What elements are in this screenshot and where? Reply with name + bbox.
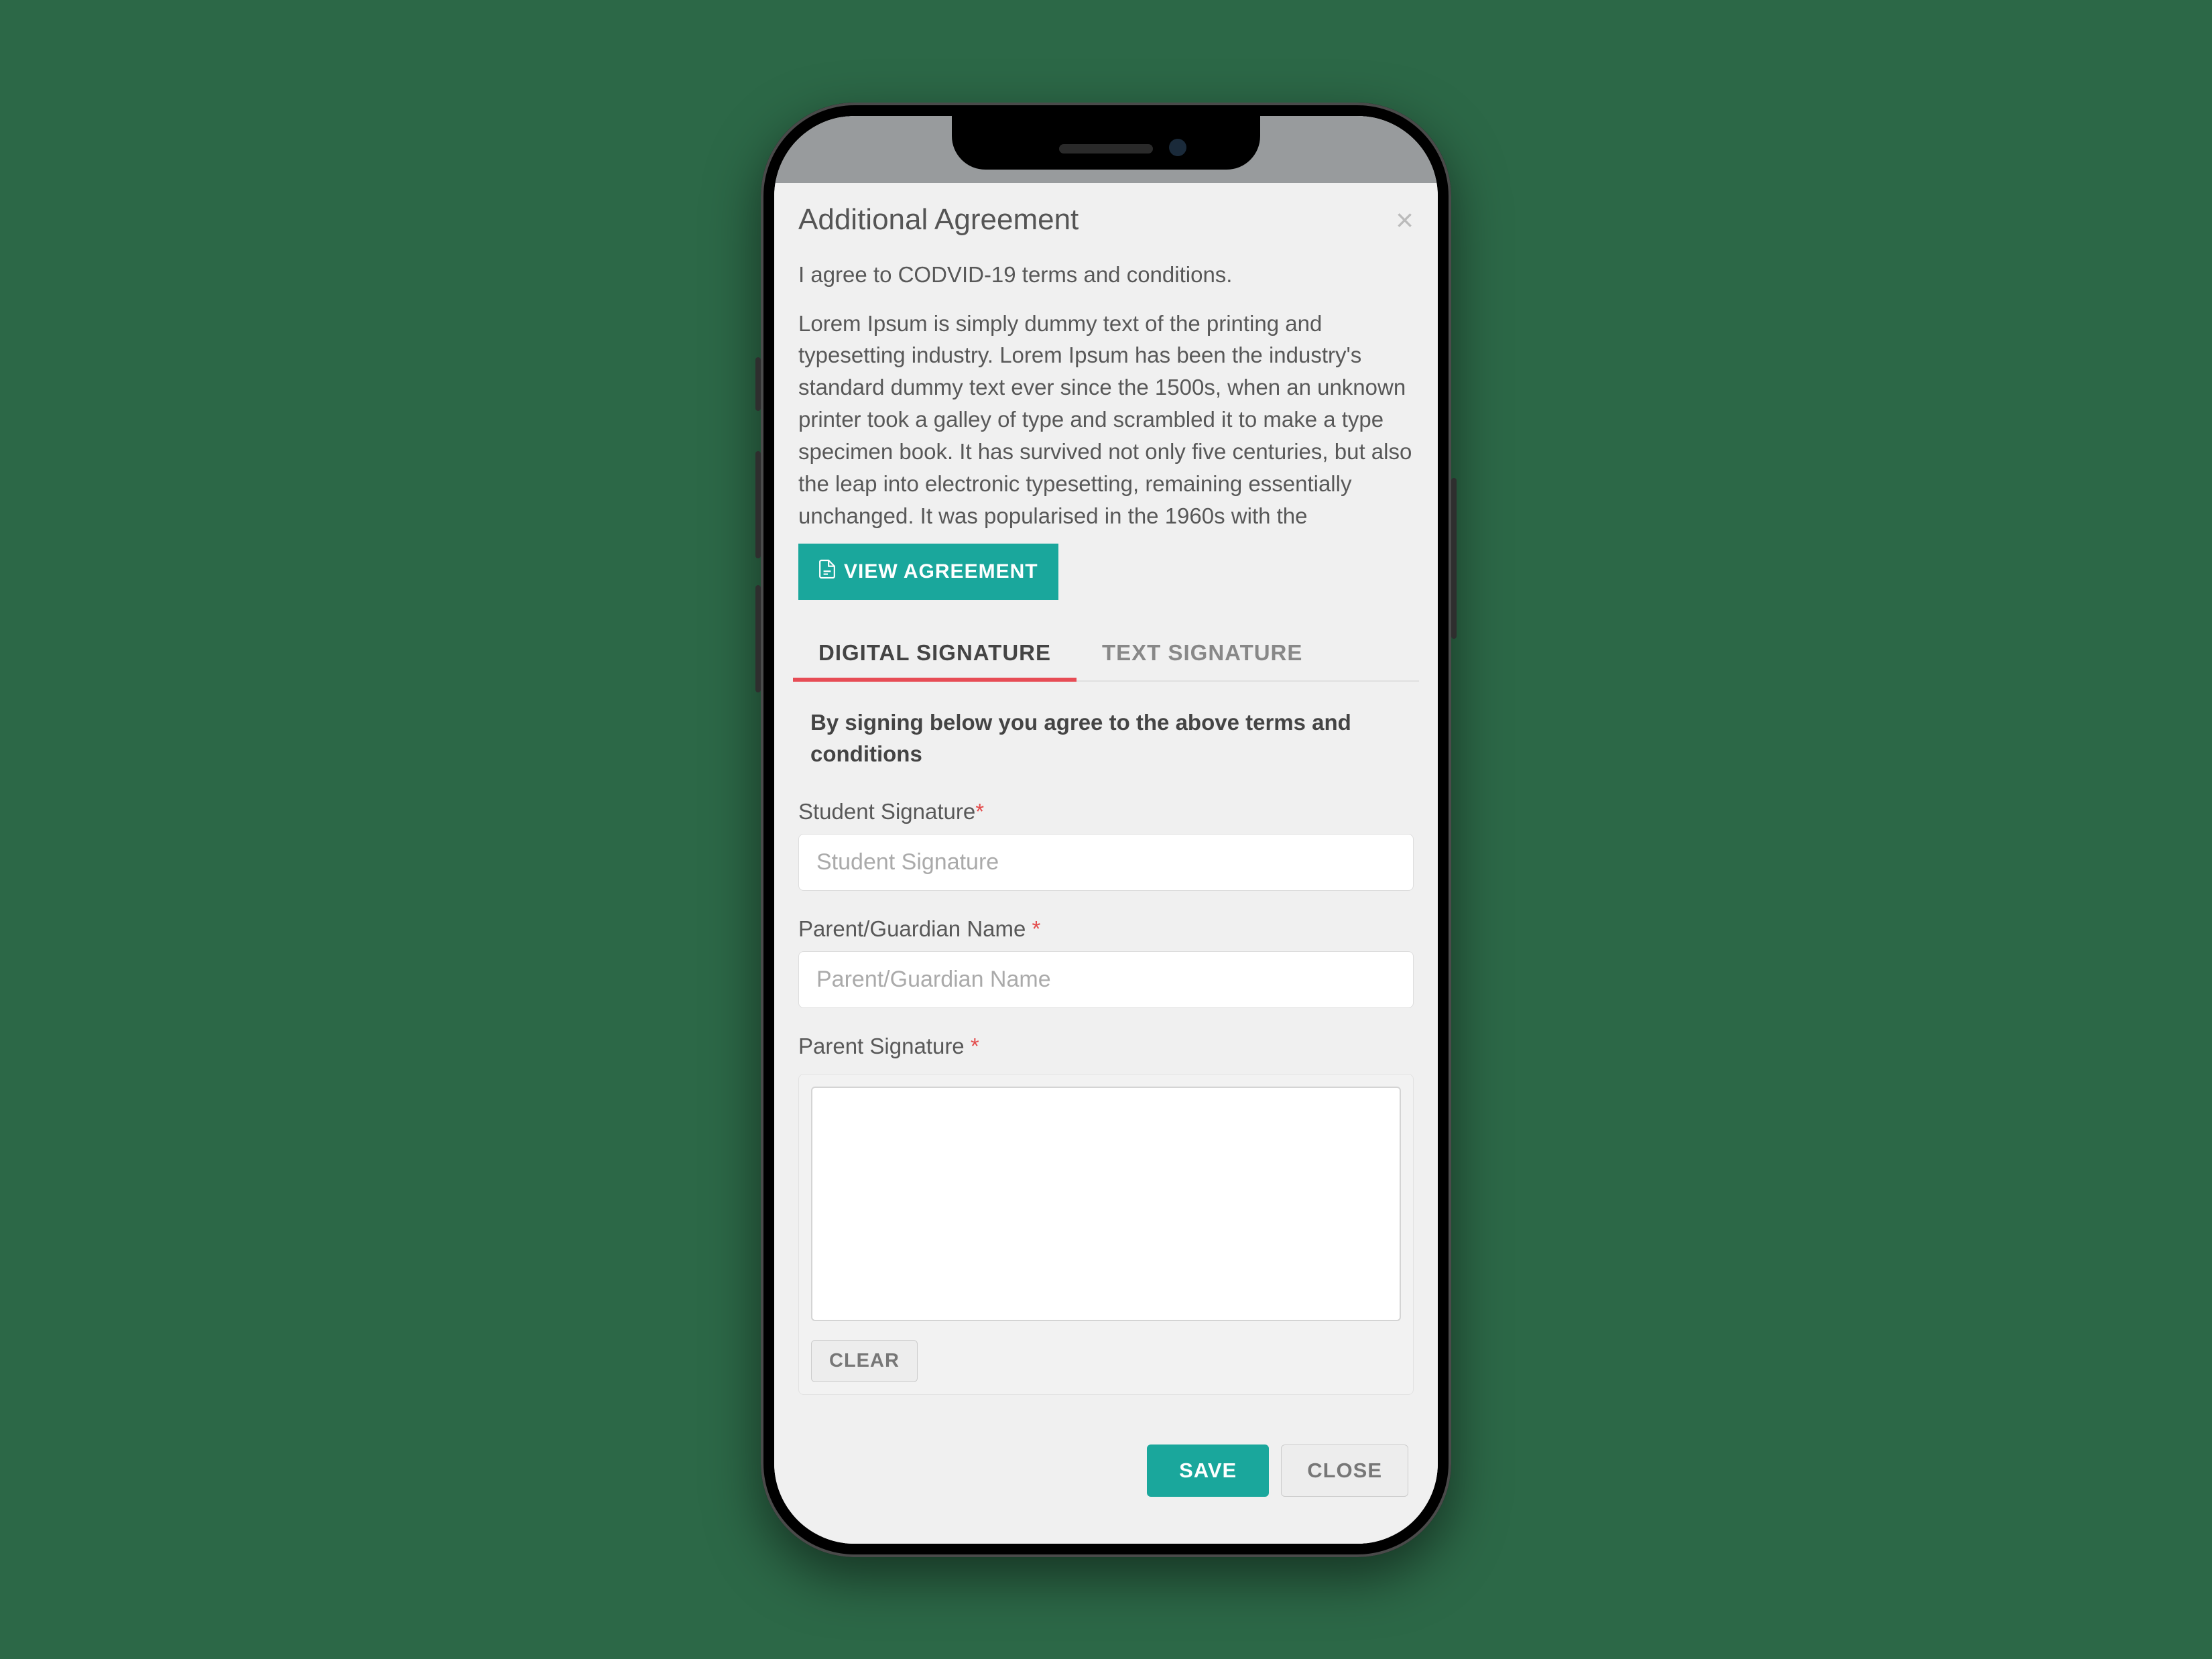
agreement-body: Lorem Ipsum is simply dummy text of the … bbox=[793, 308, 1419, 532]
modal-header: Additional Agreement × bbox=[793, 183, 1419, 262]
agreement-intro: I agree to CODVID-19 terms and condition… bbox=[793, 262, 1419, 308]
volume-up-button bbox=[755, 451, 761, 558]
phone-notch bbox=[952, 116, 1260, 170]
parent-signature-pad[interactable] bbox=[811, 1087, 1401, 1321]
required-asterisk: * bbox=[971, 1034, 979, 1058]
student-signature-label: Student Signature* bbox=[798, 790, 1414, 834]
parent-name-label: Parent/Guardian Name * bbox=[798, 907, 1414, 951]
modal-title: Additional Agreement bbox=[798, 203, 1079, 237]
close-icon[interactable]: × bbox=[1396, 202, 1414, 238]
save-button[interactable]: SAVE bbox=[1147, 1445, 1269, 1497]
silence-switch bbox=[755, 357, 761, 411]
phone-frame: Additional Agreement × I agree to CODVID… bbox=[761, 103, 1451, 1557]
required-asterisk: * bbox=[975, 799, 984, 824]
footer-buttons: SAVE CLOSE bbox=[798, 1411, 1414, 1497]
signature-pad-container: CLEAR bbox=[798, 1074, 1414, 1395]
view-agreement-label: VIEW AGREEMENT bbox=[844, 560, 1038, 583]
signature-tabs: DIGITAL SIGNATURE TEXT SIGNATURE bbox=[793, 628, 1419, 682]
screen: Additional Agreement × I agree to CODVID… bbox=[774, 116, 1438, 1544]
view-agreement-button[interactable]: VIEW AGREEMENT bbox=[798, 544, 1058, 600]
volume-down-button bbox=[755, 585, 761, 692]
required-asterisk: * bbox=[1032, 916, 1041, 941]
tab-digital-signature[interactable]: DIGITAL SIGNATURE bbox=[793, 628, 1077, 682]
consent-text: By signing below you agree to the above … bbox=[798, 707, 1414, 789]
close-button[interactable]: CLOSE bbox=[1281, 1445, 1408, 1497]
additional-agreement-modal: Additional Agreement × I agree to CODVID… bbox=[774, 116, 1438, 1544]
power-button bbox=[1451, 478, 1457, 639]
signature-form: By signing below you agree to the above … bbox=[793, 682, 1419, 1496]
clear-button[interactable]: CLEAR bbox=[811, 1340, 918, 1382]
tab-text-signature[interactable]: TEXT SIGNATURE bbox=[1077, 628, 1328, 682]
parent-name-field: Parent/Guardian Name * bbox=[798, 907, 1414, 1008]
phone-screen-bezel: Additional Agreement × I agree to CODVID… bbox=[774, 116, 1438, 1544]
student-signature-field: Student Signature* bbox=[798, 790, 1414, 891]
parent-signature-label: Parent Signature * bbox=[798, 1024, 1414, 1068]
parent-signature-field: Parent Signature * CLEAR bbox=[798, 1024, 1414, 1395]
screen-bottom-cutoff bbox=[774, 1514, 1438, 1544]
parent-name-input[interactable] bbox=[798, 951, 1414, 1008]
pdf-file-icon bbox=[818, 558, 844, 585]
student-signature-input[interactable] bbox=[798, 834, 1414, 891]
